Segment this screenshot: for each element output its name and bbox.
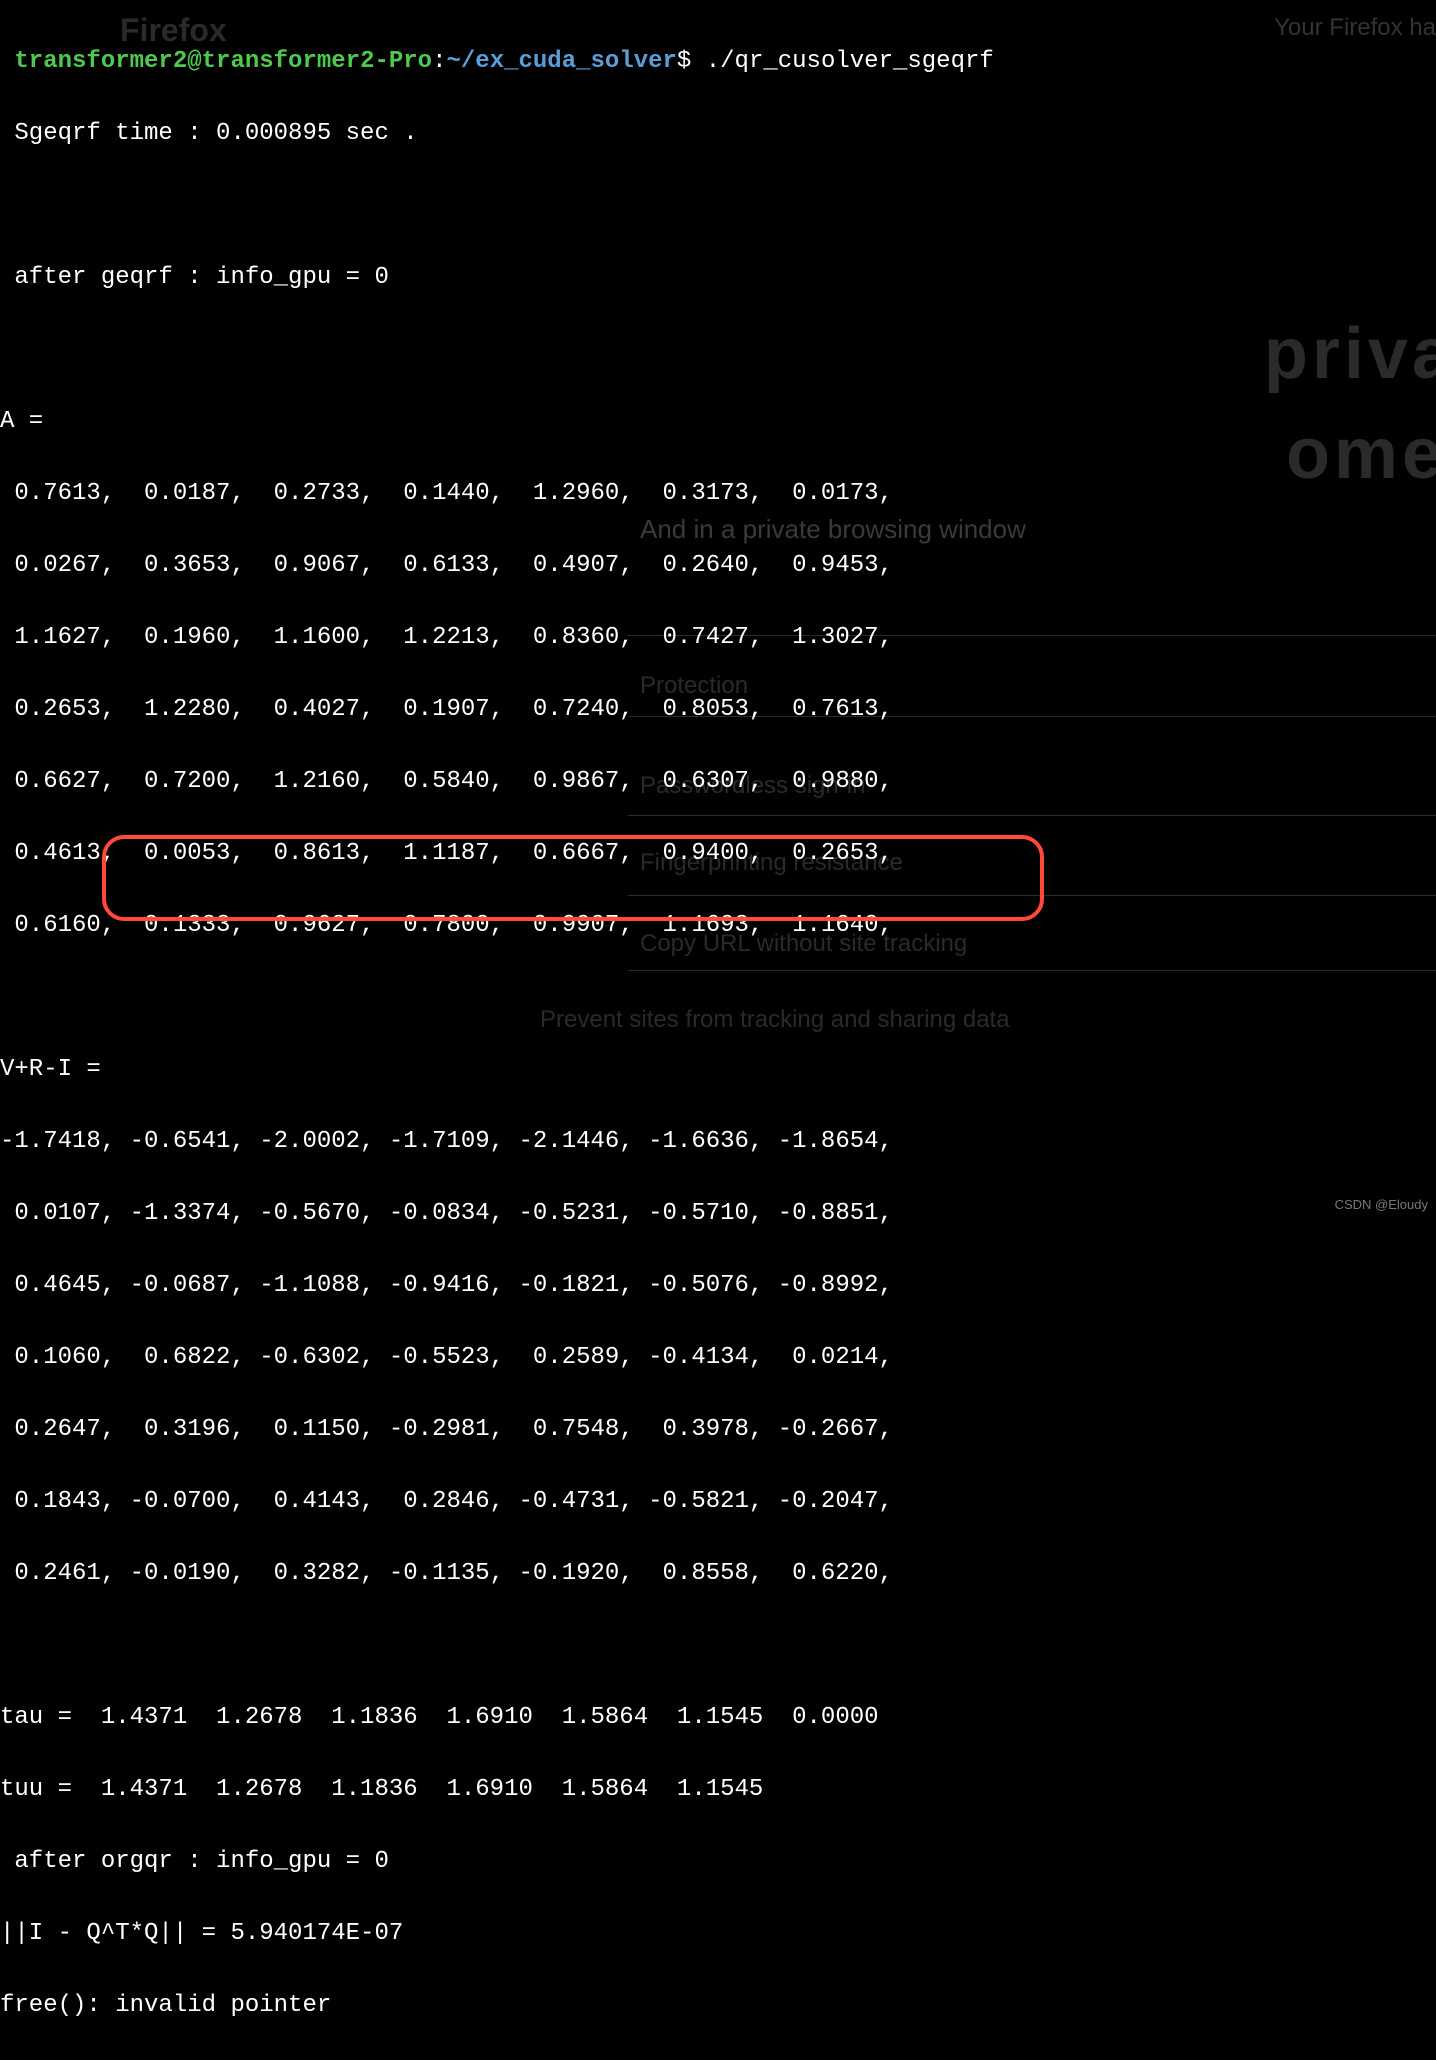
line-tuu: tuu = 1.4371 1.2678 1.1836 1.6910 1.5864…	[0, 1772, 1436, 1808]
matrix-a-row: 0.6160, 0.1333, 0.9627, 0.7800, 0.9907, …	[0, 908, 1436, 944]
line-after-geqrf: after geqrf : info_gpu = 0	[0, 260, 1436, 296]
matrix-vri-row: 0.1843, -0.0700, 0.4143, 0.2846, -0.4731…	[0, 1484, 1436, 1520]
line-norm: ||I - Q^T*Q|| = 5.940174E-07	[0, 1916, 1436, 1952]
matrix-vri-row: 0.4645, -0.0687, -1.1088, -0.9416, -0.18…	[0, 1268, 1436, 1304]
label-matrix-a: A =	[0, 404, 1436, 440]
matrix-a-row: 0.7613, 0.0187, 0.2733, 0.1440, 1.2960, …	[0, 476, 1436, 512]
line-sgeqrf-time: Sgeqrf time : 0.000895 sec .	[0, 116, 1436, 152]
prompt-user: transformer2	[14, 48, 187, 75]
prompt-command: ./qr_cusolver_sgeqrf	[706, 48, 994, 75]
line-free-error: free(): invalid pointer	[0, 1988, 1436, 2024]
line-after-orgqr: after orgqr : info_gpu = 0	[0, 1844, 1436, 1880]
matrix-a-row: 0.2653, 1.2280, 0.4027, 0.1907, 0.7240, …	[0, 692, 1436, 728]
matrix-vri-row: 0.2461, -0.0190, 0.3282, -0.1135, -0.192…	[0, 1556, 1436, 1592]
matrix-vri-row: -1.7418, -0.6541, -2.0002, -1.7109, -2.1…	[0, 1124, 1436, 1160]
matrix-a-row: 0.0267, 0.3653, 0.9067, 0.6133, 0.4907, …	[0, 548, 1436, 584]
watermark: CSDN @Eloudy	[1335, 1195, 1428, 1215]
matrix-a-row: 0.4613, 0.0053, 0.8613, 1.1187, 0.6667, …	[0, 836, 1436, 872]
prompt-line: transformer2@transformer2-Pro:~/ex_cuda_…	[0, 44, 1436, 80]
matrix-vri-row: 0.2647, 0.3196, 0.1150, -0.2981, 0.7548,…	[0, 1412, 1436, 1448]
label-matrix-vri: V+R-I =	[0, 1052, 1436, 1088]
line-tau: tau = 1.4371 1.2678 1.1836 1.6910 1.5864…	[0, 1700, 1436, 1736]
matrix-a-row: 1.1627, 0.1960, 1.1600, 1.2213, 0.8360, …	[0, 620, 1436, 656]
matrix-vri-row: 0.0107, -1.3374, -0.5670, -0.0834, -0.52…	[0, 1196, 1436, 1232]
prompt-path: ~/ex_cuda_solver	[446, 48, 676, 75]
matrix-vri-row: 0.1060, 0.6822, -0.6302, -0.5523, 0.2589…	[0, 1340, 1436, 1376]
prompt-host: transformer2-Pro	[202, 48, 432, 75]
matrix-a-row: 0.6627, 0.7200, 1.2160, 0.5840, 0.9867, …	[0, 764, 1436, 800]
terminal-output[interactable]: transformer2@transformer2-Pro:~/ex_cuda_…	[0, 8, 1436, 2060]
